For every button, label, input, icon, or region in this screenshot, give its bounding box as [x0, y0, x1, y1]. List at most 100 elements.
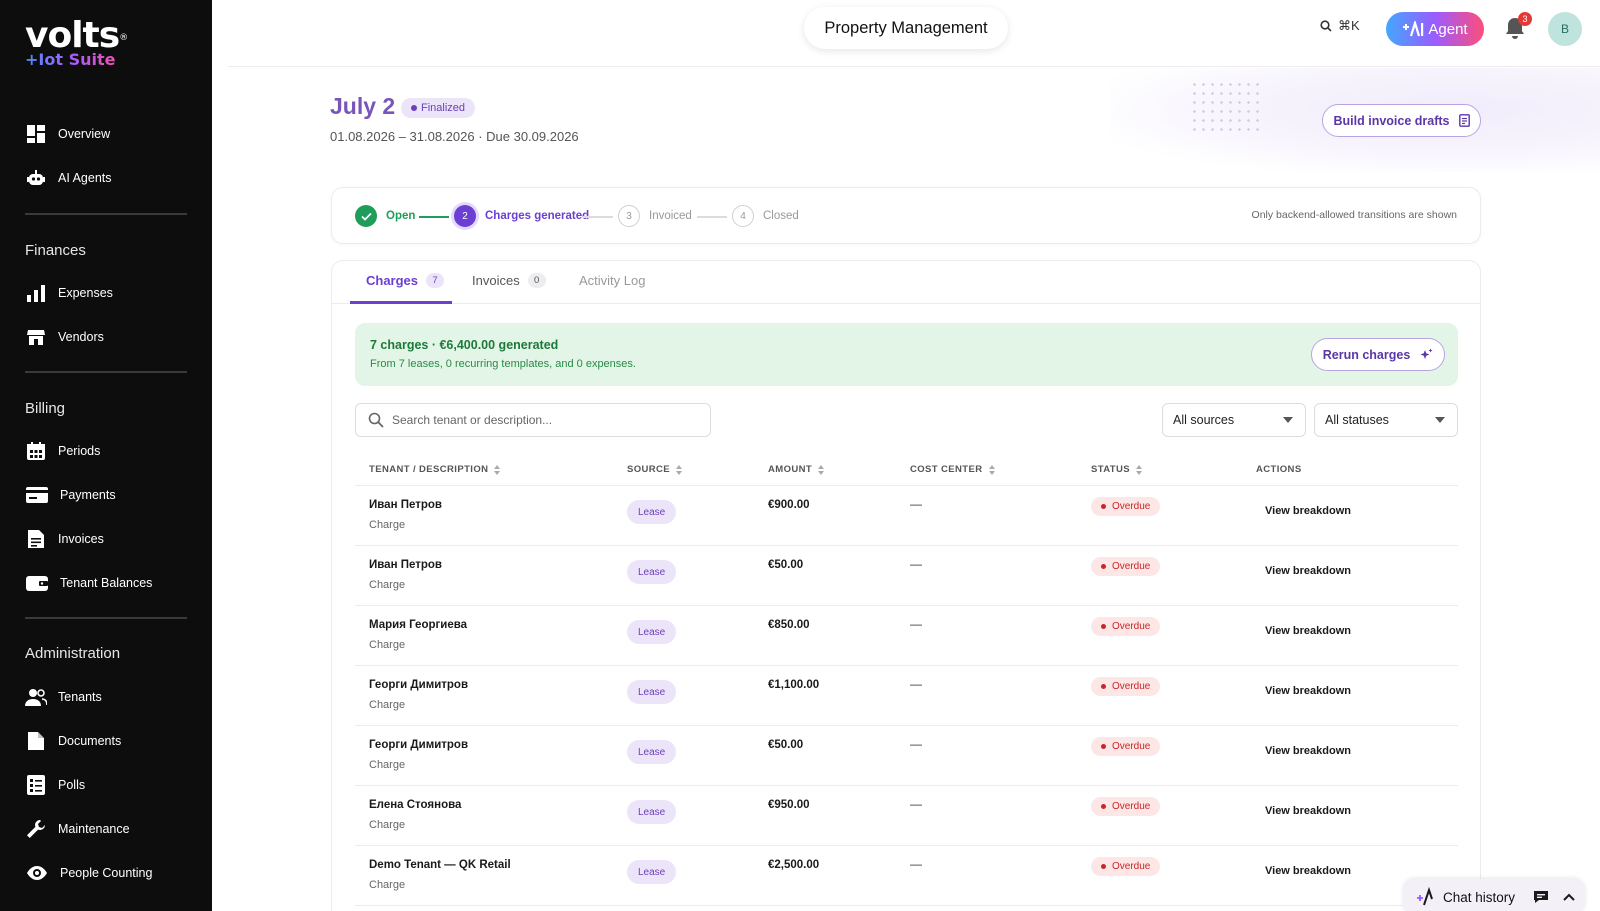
column-header-amount[interactable]: AMOUNT: [768, 464, 825, 475]
sidebar-item-label: Invoices: [58, 532, 104, 546]
sidebar-item-overview[interactable]: Overview: [25, 122, 110, 146]
view-breakdown-button[interactable]: View breakdown: [1265, 805, 1351, 817]
charge-description: Charge: [369, 639, 406, 651]
sidebar-item-documents[interactable]: Documents: [25, 729, 121, 753]
notifications-button[interactable]: 3: [1504, 12, 1532, 45]
cost-center: —: [910, 677, 922, 691]
charge-description: Charge: [369, 879, 406, 891]
view-breakdown-button[interactable]: View breakdown: [1265, 685, 1351, 697]
tenant-search-field[interactable]: [355, 403, 711, 437]
column-header-source[interactable]: SOURCE: [627, 464, 683, 475]
tenant-search-input[interactable]: [392, 413, 692, 427]
credit-card-icon: [25, 484, 49, 506]
period-dates: 01.08.2026 – 31.08.2026 · Due 30.09.2026: [330, 129, 579, 144]
notification-badge: 3: [1518, 12, 1532, 26]
step-number: 3: [618, 205, 640, 227]
agent-button[interactable]: Agent: [1386, 12, 1484, 46]
tab-label: Activity Log: [579, 273, 646, 288]
tab-activity-log[interactable]: Activity Log: [579, 273, 645, 288]
charge-description: Charge: [369, 759, 406, 771]
column-header-label: COST CENTER: [910, 464, 983, 475]
agent-button-label: Agent: [1428, 20, 1468, 38]
source-badge: Lease: [627, 560, 677, 584]
column-header-tenant[interactable]: TENANT / DESCRIPTION: [369, 464, 501, 475]
cost-center: —: [910, 497, 922, 511]
sidebar-item-polls[interactable]: Polls: [25, 773, 85, 797]
document-icon: [25, 528, 47, 550]
column-header-status[interactable]: STATUS: [1091, 464, 1142, 475]
user-avatar[interactable]: B: [1548, 12, 1582, 46]
checklist-icon: [25, 774, 47, 796]
status-badge: Overdue: [1091, 677, 1161, 696]
column-header-cost-center[interactable]: COST CENTER: [910, 464, 995, 475]
step-label: Closed: [763, 210, 799, 222]
step-number: 4: [732, 205, 754, 227]
brand-logo[interactable]: volts® +Iot Suite: [25, 18, 128, 68]
dashboard-icon: [25, 123, 47, 145]
sort-icon: [676, 464, 683, 475]
table-row: Demo Tenant — QK Retail Charge Lease €2,…: [355, 846, 1458, 906]
charge-amount: €850.00: [768, 619, 810, 631]
page-title: July 2: [330, 93, 396, 119]
file-icon: [25, 730, 47, 752]
tab-bar: Charges 7 Invoices 0 Activity Log: [332, 261, 1480, 304]
agent-logo-icon: [1403, 21, 1424, 37]
sidebar-item-expenses[interactable]: Expenses: [25, 281, 113, 305]
source-badge: Lease: [627, 500, 677, 524]
step-label: Open: [386, 210, 416, 222]
step-closed: 4 Closed: [732, 205, 799, 227]
build-invoice-drafts-button[interactable]: Build invoice drafts: [1322, 104, 1481, 137]
tab-charges[interactable]: Charges 7: [366, 273, 445, 288]
source-badge: Lease: [627, 860, 677, 884]
sidebar-item-people-counting[interactable]: People Counting: [25, 861, 152, 885]
table-row: Мария Георгиева Charge Lease €850.00 — O…: [355, 606, 1458, 666]
tab-count-badge: 0: [527, 273, 546, 288]
sidebar-item-payments[interactable]: Payments: [25, 483, 116, 507]
table-row: Иван Петров Charge Lease €50.00 — Overdu…: [355, 546, 1458, 606]
tenant-name: Мария Георгиева: [369, 619, 468, 631]
charge-amount: €50.00: [768, 559, 804, 571]
rerun-charges-button[interactable]: Rerun charges: [1311, 338, 1445, 371]
sort-icon: [494, 464, 501, 475]
tenant-name: Иван Петров: [369, 499, 442, 511]
sidebar-item-label: Payments: [60, 488, 116, 502]
sidebar-item-tenants[interactable]: Tenants: [25, 685, 102, 709]
sidebar-item-periods[interactable]: Periods: [25, 439, 100, 463]
tab-invoices[interactable]: Invoices 0: [472, 273, 546, 288]
status-badge: Overdue: [1091, 557, 1161, 576]
table-row: Иван Петров Charge Lease €900.00 — Overd…: [355, 486, 1458, 546]
sidebar-item-tenant-balances[interactable]: Tenant Balances: [25, 571, 152, 595]
search-icon: [1320, 20, 1332, 32]
chat-history-toggle[interactable]: Chat history: [1403, 879, 1585, 911]
charge-description: Charge: [369, 699, 406, 711]
cost-center: —: [910, 617, 922, 631]
search-shortcut-label: ⌘K: [1338, 18, 1360, 33]
cost-center: —: [910, 737, 922, 751]
step-label: Charges generated: [485, 210, 590, 222]
registered-mark: ®: [119, 33, 128, 43]
dot-pattern-decoration: [1190, 80, 1264, 134]
global-search-button[interactable]: ⌘K: [1320, 18, 1360, 34]
view-breakdown-button[interactable]: View breakdown: [1265, 625, 1351, 637]
bar-chart-icon: [25, 282, 47, 304]
period-stepper: Open 2 Charges generated 3 Invoiced 4 Cl…: [331, 187, 1481, 244]
source-badge: Lease: [627, 620, 677, 644]
sidebar-item-maintenance[interactable]: Maintenance: [25, 817, 130, 841]
charge-amount: €50.00: [768, 739, 804, 751]
column-header-label: STATUS: [1091, 464, 1130, 475]
view-breakdown-button[interactable]: View breakdown: [1265, 745, 1351, 757]
view-breakdown-button[interactable]: View breakdown: [1265, 865, 1351, 877]
tab-label: Charges: [366, 273, 419, 288]
source-filter-select[interactable]: All sources: [1162, 403, 1306, 437]
cost-center: —: [910, 857, 922, 871]
sidebar-item-ai-agents[interactable]: AI Agents: [25, 166, 112, 190]
chevron-up-icon: [1563, 893, 1575, 901]
view-breakdown-button[interactable]: View breakdown: [1265, 505, 1351, 517]
table-row: Георги Димитров Charge Lease €50.00 — Ov…: [355, 726, 1458, 786]
view-breakdown-button[interactable]: View breakdown: [1265, 565, 1351, 577]
status-filter-select[interactable]: All statuses: [1314, 403, 1458, 437]
sidebar-item-invoices[interactable]: Invoices: [25, 527, 104, 551]
sidebar-item-vendors[interactable]: Vendors: [25, 325, 104, 349]
charges-summary-banner: 7 charges · €6,400.00 generated From 7 l…: [355, 323, 1458, 386]
step-connector: [583, 216, 613, 218]
